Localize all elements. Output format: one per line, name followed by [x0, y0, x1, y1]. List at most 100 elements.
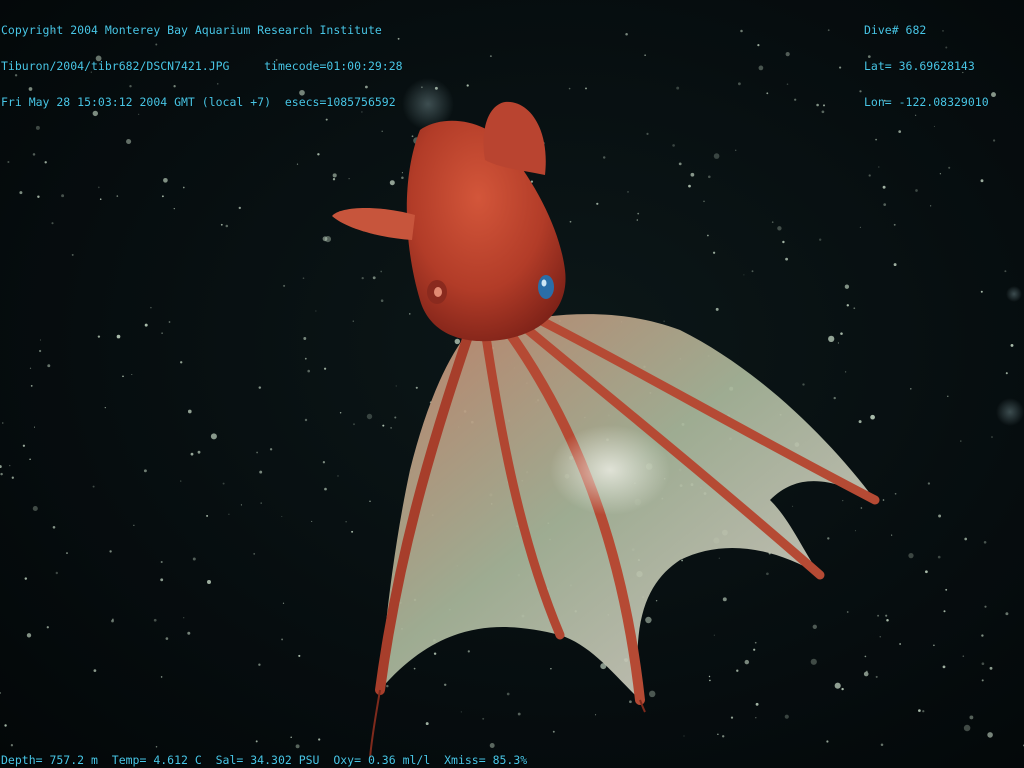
snow-particle — [315, 310, 317, 312]
snow-particle — [180, 480, 182, 482]
snow-particle — [282, 602, 285, 604]
snow-particle — [9, 464, 11, 467]
snow-particle — [228, 513, 230, 515]
snow-particle — [980, 179, 984, 183]
snow-particle — [10, 744, 14, 747]
snow-particle — [713, 634, 715, 636]
snow-particle — [281, 516, 283, 517]
creature-filament — [369, 689, 381, 759]
snow-particle — [637, 212, 640, 215]
snow-particle — [709, 679, 711, 682]
snow-particle — [37, 195, 40, 198]
snow-particle — [443, 683, 447, 687]
snow-particle — [173, 207, 175, 210]
dive-number: Dive# 682 — [864, 23, 927, 37]
snow-particle — [708, 675, 711, 678]
snow-particle — [160, 676, 163, 678]
snow-particle — [318, 738, 321, 741]
snow-particle — [24, 577, 28, 580]
snow-particle — [255, 740, 258, 743]
snow-particle — [30, 385, 33, 387]
snow-particle — [827, 29, 830, 32]
snow-particle — [663, 320, 665, 322]
snow-particle — [870, 414, 875, 420]
snow-particle — [859, 90, 862, 93]
snow-particle — [785, 257, 789, 261]
snow-particle — [883, 203, 887, 206]
snow-particle — [240, 504, 242, 506]
snow-particle — [295, 744, 300, 749]
snow-particle — [259, 470, 263, 474]
creature-eye-highlight — [541, 279, 547, 287]
snow-particle — [401, 172, 403, 174]
snow-particle — [964, 537, 968, 541]
snow-particle — [131, 373, 133, 376]
snow-particle — [22, 444, 26, 447]
file-timecode-line: Tiburon/2004/tibr682/DSCN7421.JPG timeco… — [1, 59, 403, 73]
snow-particle — [382, 424, 385, 427]
snow-particle — [987, 732, 993, 738]
snow-particle — [415, 386, 418, 389]
snow-particle — [882, 185, 886, 189]
snow-particle — [823, 104, 825, 107]
snow-particle — [785, 52, 790, 57]
snow-particle — [925, 570, 928, 574]
datetime-line: Fri May 28 15:03:12 2004 GMT (local +7) … — [1, 95, 396, 109]
snow-particle — [126, 138, 132, 145]
snow-particle — [644, 54, 646, 56]
snow-particle — [918, 709, 921, 712]
photo-frame: Copyright 2004 Monterey Bay Aquarium Res… — [0, 0, 1024, 768]
snow-particle — [317, 153, 320, 156]
snow-particle — [122, 375, 124, 378]
snow-particle — [989, 666, 993, 670]
snow-particle — [981, 634, 984, 637]
snow-particle — [0, 465, 2, 469]
snow-particle — [981, 679, 984, 682]
snow-particle — [29, 458, 31, 461]
snow-particle — [837, 342, 839, 344]
snow-particle — [256, 451, 258, 454]
snow-particle — [786, 83, 789, 85]
snow-particle — [197, 450, 201, 454]
snow-particle — [348, 178, 350, 180]
snow-particle — [722, 597, 727, 602]
longitude: Lon= -122.08329010 — [864, 95, 989, 109]
snow-particle — [467, 650, 470, 653]
snow-particle — [842, 499, 844, 502]
snow-particle — [210, 433, 217, 440]
snow-particle — [269, 448, 273, 451]
snow-particle — [51, 222, 54, 225]
snow-particle — [713, 153, 720, 159]
snow-particle — [740, 29, 743, 33]
snow-particle — [351, 530, 354, 533]
snow-particle — [180, 361, 183, 364]
snow-particle — [361, 276, 364, 280]
snow-particle — [454, 338, 461, 345]
snow-particle — [386, 684, 389, 688]
snow-particle — [323, 367, 327, 370]
snow-particle — [161, 332, 163, 334]
snow-particle — [332, 178, 336, 181]
snow-particle — [44, 161, 47, 164]
snow-particle — [645, 616, 652, 624]
snow-particle — [859, 226, 862, 229]
snow-particle — [757, 44, 760, 47]
snow-particle — [395, 385, 397, 387]
snow-particle — [751, 270, 754, 273]
snow-particle — [150, 306, 152, 309]
snow-particle — [104, 406, 106, 409]
snow-particle — [969, 715, 974, 720]
snow-particle — [945, 588, 948, 591]
snow-particle — [1010, 343, 1014, 347]
snow-particle — [893, 223, 896, 226]
snow-particle — [160, 578, 164, 582]
snow-particle — [283, 284, 286, 287]
snow-particle — [116, 334, 121, 339]
snow-particle — [777, 226, 782, 231]
snow-particle — [962, 655, 965, 657]
snow-particle — [821, 110, 825, 114]
snow-particle — [46, 626, 49, 629]
snow-particle — [983, 541, 987, 544]
snow-particle — [32, 153, 36, 156]
snow-particle — [840, 332, 843, 335]
